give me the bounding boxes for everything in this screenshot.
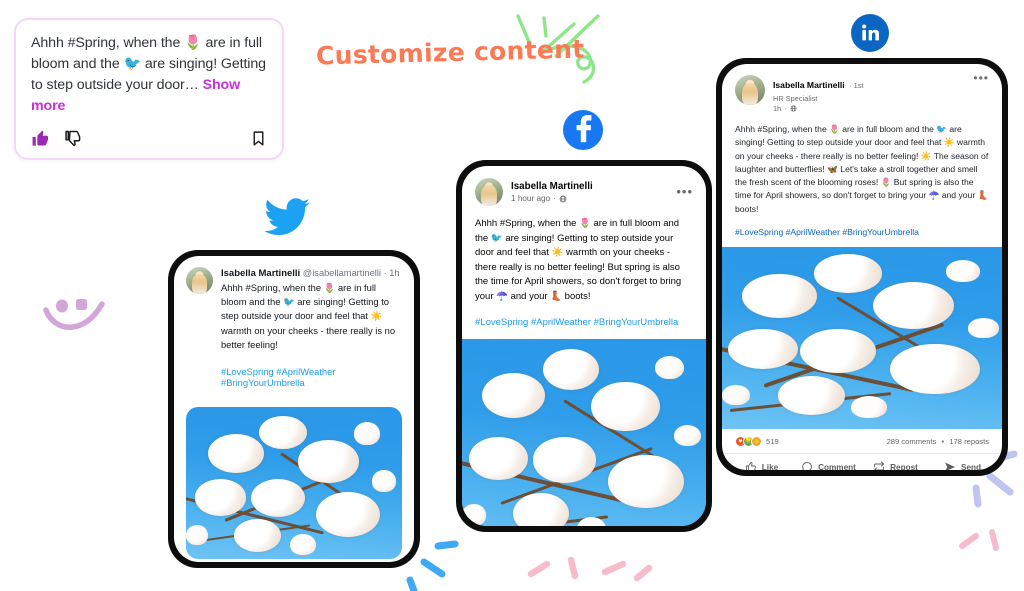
reposts-count[interactable]: 178 reposts [949, 437, 989, 446]
meta-separator: · [553, 194, 556, 203]
pink-dashes-doodle [527, 556, 653, 582]
twitter-phone-frame: Isabella Martinelli @isabellamartinelli … [168, 250, 420, 568]
post-hashtags[interactable]: #LoveSpring #AprilWeather #BringYourUmbr… [475, 317, 693, 328]
linkedin-phone-frame: Isabella Martinelli · 1st HR Specialist … [716, 58, 1008, 476]
post-image[interactable] [722, 247, 1002, 430]
scene-root: Customize content Ahhh #Spring, when the… [0, 0, 1024, 591]
celebrate-reaction-icon: 👏 [751, 436, 762, 448]
author-role: HR Specialist [773, 94, 818, 103]
comments-count[interactable]: 289 comments [887, 437, 937, 446]
twitter-post-card[interactable]: Isabella Martinelli @isabellamartinelli … [174, 256, 414, 562]
post-hashtags[interactable]: #LoveSpring #AprilWeather #BringYourUmbr… [186, 366, 402, 388]
youtube-card-text: Ahhh #Spring, when the 🌷 are in full blo… [31, 33, 267, 117]
twitter-bird-icon [264, 198, 310, 236]
comment-outline-icon [802, 462, 813, 470]
meta-separator: · [784, 104, 787, 113]
avatar [735, 75, 765, 105]
repost-button[interactable]: Repost [862, 461, 929, 470]
twitter-platform-badge [262, 196, 312, 238]
twitter-post-meta: Isabella Martinelli @isabellamartinelli … [221, 267, 402, 281]
post-time: 1h [389, 268, 400, 278]
yt-text-part-1: Ahhh #Spring, when the [31, 35, 185, 51]
avatar [475, 178, 503, 206]
send-button-label: Send [960, 462, 982, 470]
facebook-phone-frame: Isabella Martinelli 1 hour ago · ••• Ahh… [456, 160, 712, 532]
more-options-icon[interactable]: ••• [973, 72, 989, 113]
repost-button-label: Repost [890, 462, 918, 470]
smiley-face-doodle [43, 299, 105, 330]
tulip-emoji: 🌷 [184, 35, 202, 51]
post-meta: 1 hour ago · [511, 194, 593, 203]
twitter-engagement-bar: 486 233 567 [174, 559, 414, 562]
like-button[interactable]: Like [728, 461, 795, 470]
post-text: Ahhh #Spring, when the 🌷 are in full blo… [221, 281, 396, 351]
bird-emoji: 🐦 [123, 56, 142, 72]
post-text: Ahhh #Spring, when the 🌷 are in full blo… [735, 124, 989, 214]
author-name: Isabella Martinelli [221, 268, 301, 279]
post-image[interactable] [186, 406, 402, 559]
like-button-label: Like [761, 462, 779, 470]
globe-icon [790, 105, 797, 112]
post-meta: 1h · [773, 104, 965, 113]
linkedin-counts-row: ♥ 💡 👏 519 289 comments • 178 reposts [722, 429, 1002, 453]
post-hashtags[interactable]: #LoveSpring #AprilWeather #BringYourUmbr… [735, 227, 989, 237]
author-name: Isabella Martinelli [511, 181, 593, 192]
green-arrow-doodle [516, 14, 600, 84]
thumbs-down-icon[interactable] [64, 129, 83, 148]
comment-button[interactable]: Comment [795, 461, 862, 470]
post-text: Ahhh #Spring, when the 🌷 are in full blo… [475, 218, 682, 302]
send-icon [944, 462, 955, 470]
linkedin-in-icon [862, 24, 879, 41]
connection-degree: · 1st [849, 81, 864, 90]
send-button[interactable]: Send [929, 461, 996, 470]
meta-separator: · [383, 268, 387, 278]
linkedin-platform-badge [851, 14, 889, 52]
post-time: 1h [773, 104, 782, 113]
post-time: 1 hour ago [511, 194, 551, 203]
youtube-comment-card[interactable]: Ahhh #Spring, when the 🌷 are in full blo… [14, 18, 284, 160]
author-handle: @isabellamartinelli [302, 268, 381, 278]
avatar [186, 267, 213, 294]
author-name: Isabella Martinelli [773, 80, 845, 90]
more-options-icon[interactable]: ••• [676, 185, 693, 198]
pink-dashes-doodle-bottom-right [959, 529, 999, 551]
facebook-post-card[interactable]: Isabella Martinelli 1 hour ago · ••• Ahh… [462, 166, 706, 526]
linkedin-post-card[interactable]: Isabella Martinelli · 1st HR Specialist … [722, 64, 1002, 470]
linkedin-action-bar: Like Comment Repost Send [722, 453, 1002, 470]
repost-icon [874, 461, 885, 470]
reactions-count: 519 [766, 437, 779, 447]
thumbs-up-icon[interactable] [31, 129, 50, 148]
facebook-f-icon [576, 115, 591, 143]
linkedin-author-row: Isabella Martinelli · 1st [773, 75, 965, 93]
post-image[interactable] [462, 338, 706, 526]
globe-icon [559, 195, 567, 202]
customize-content-label: Customize content [315, 34, 585, 71]
thumbs-up-outline-icon [745, 462, 756, 470]
counts-separator: • [941, 437, 945, 447]
comment-button-label: Comment [818, 462, 856, 470]
reaction-icons: ♥ 💡 👏 [735, 436, 762, 448]
bookmark-icon[interactable] [250, 130, 267, 147]
facebook-platform-badge [563, 110, 603, 150]
